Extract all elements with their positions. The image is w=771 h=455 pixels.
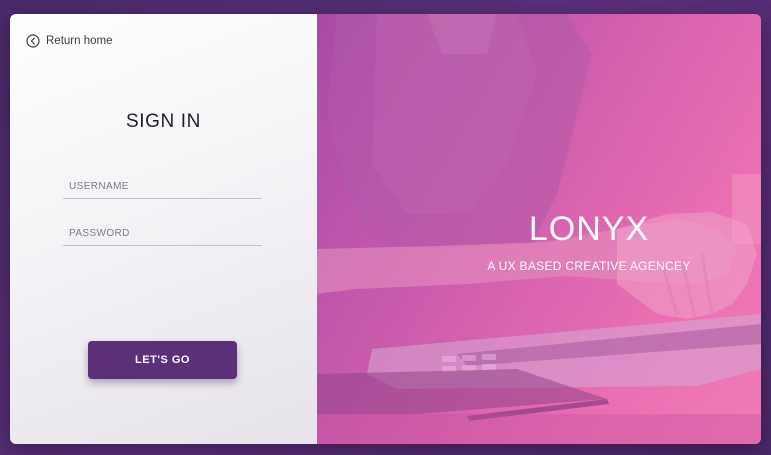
page-title: SIGN IN — [126, 111, 201, 132]
hero-panel: LONYX A UX BASED CREATIVE AGENCEY — [317, 14, 761, 444]
username-input[interactable] — [63, 177, 262, 198]
brand-name: LONYX — [528, 210, 650, 248]
sign-in-panel: Return home SIGN IN LET'S GO — [10, 14, 317, 444]
username-field-wrapper — [63, 176, 262, 199]
return-home-label: Return home — [46, 35, 113, 47]
chevron-left-circle-icon — [26, 34, 40, 48]
return-home-link[interactable]: Return home — [26, 34, 112, 48]
brand-tagline: A UX BASED CREATIVE AGENCEY — [487, 259, 691, 273]
login-card: Return home SIGN IN LET'S GO — [10, 14, 761, 444]
password-field-wrapper — [63, 223, 262, 246]
password-input[interactable] — [63, 224, 262, 245]
submit-button[interactable]: LET'S GO — [88, 341, 237, 379]
